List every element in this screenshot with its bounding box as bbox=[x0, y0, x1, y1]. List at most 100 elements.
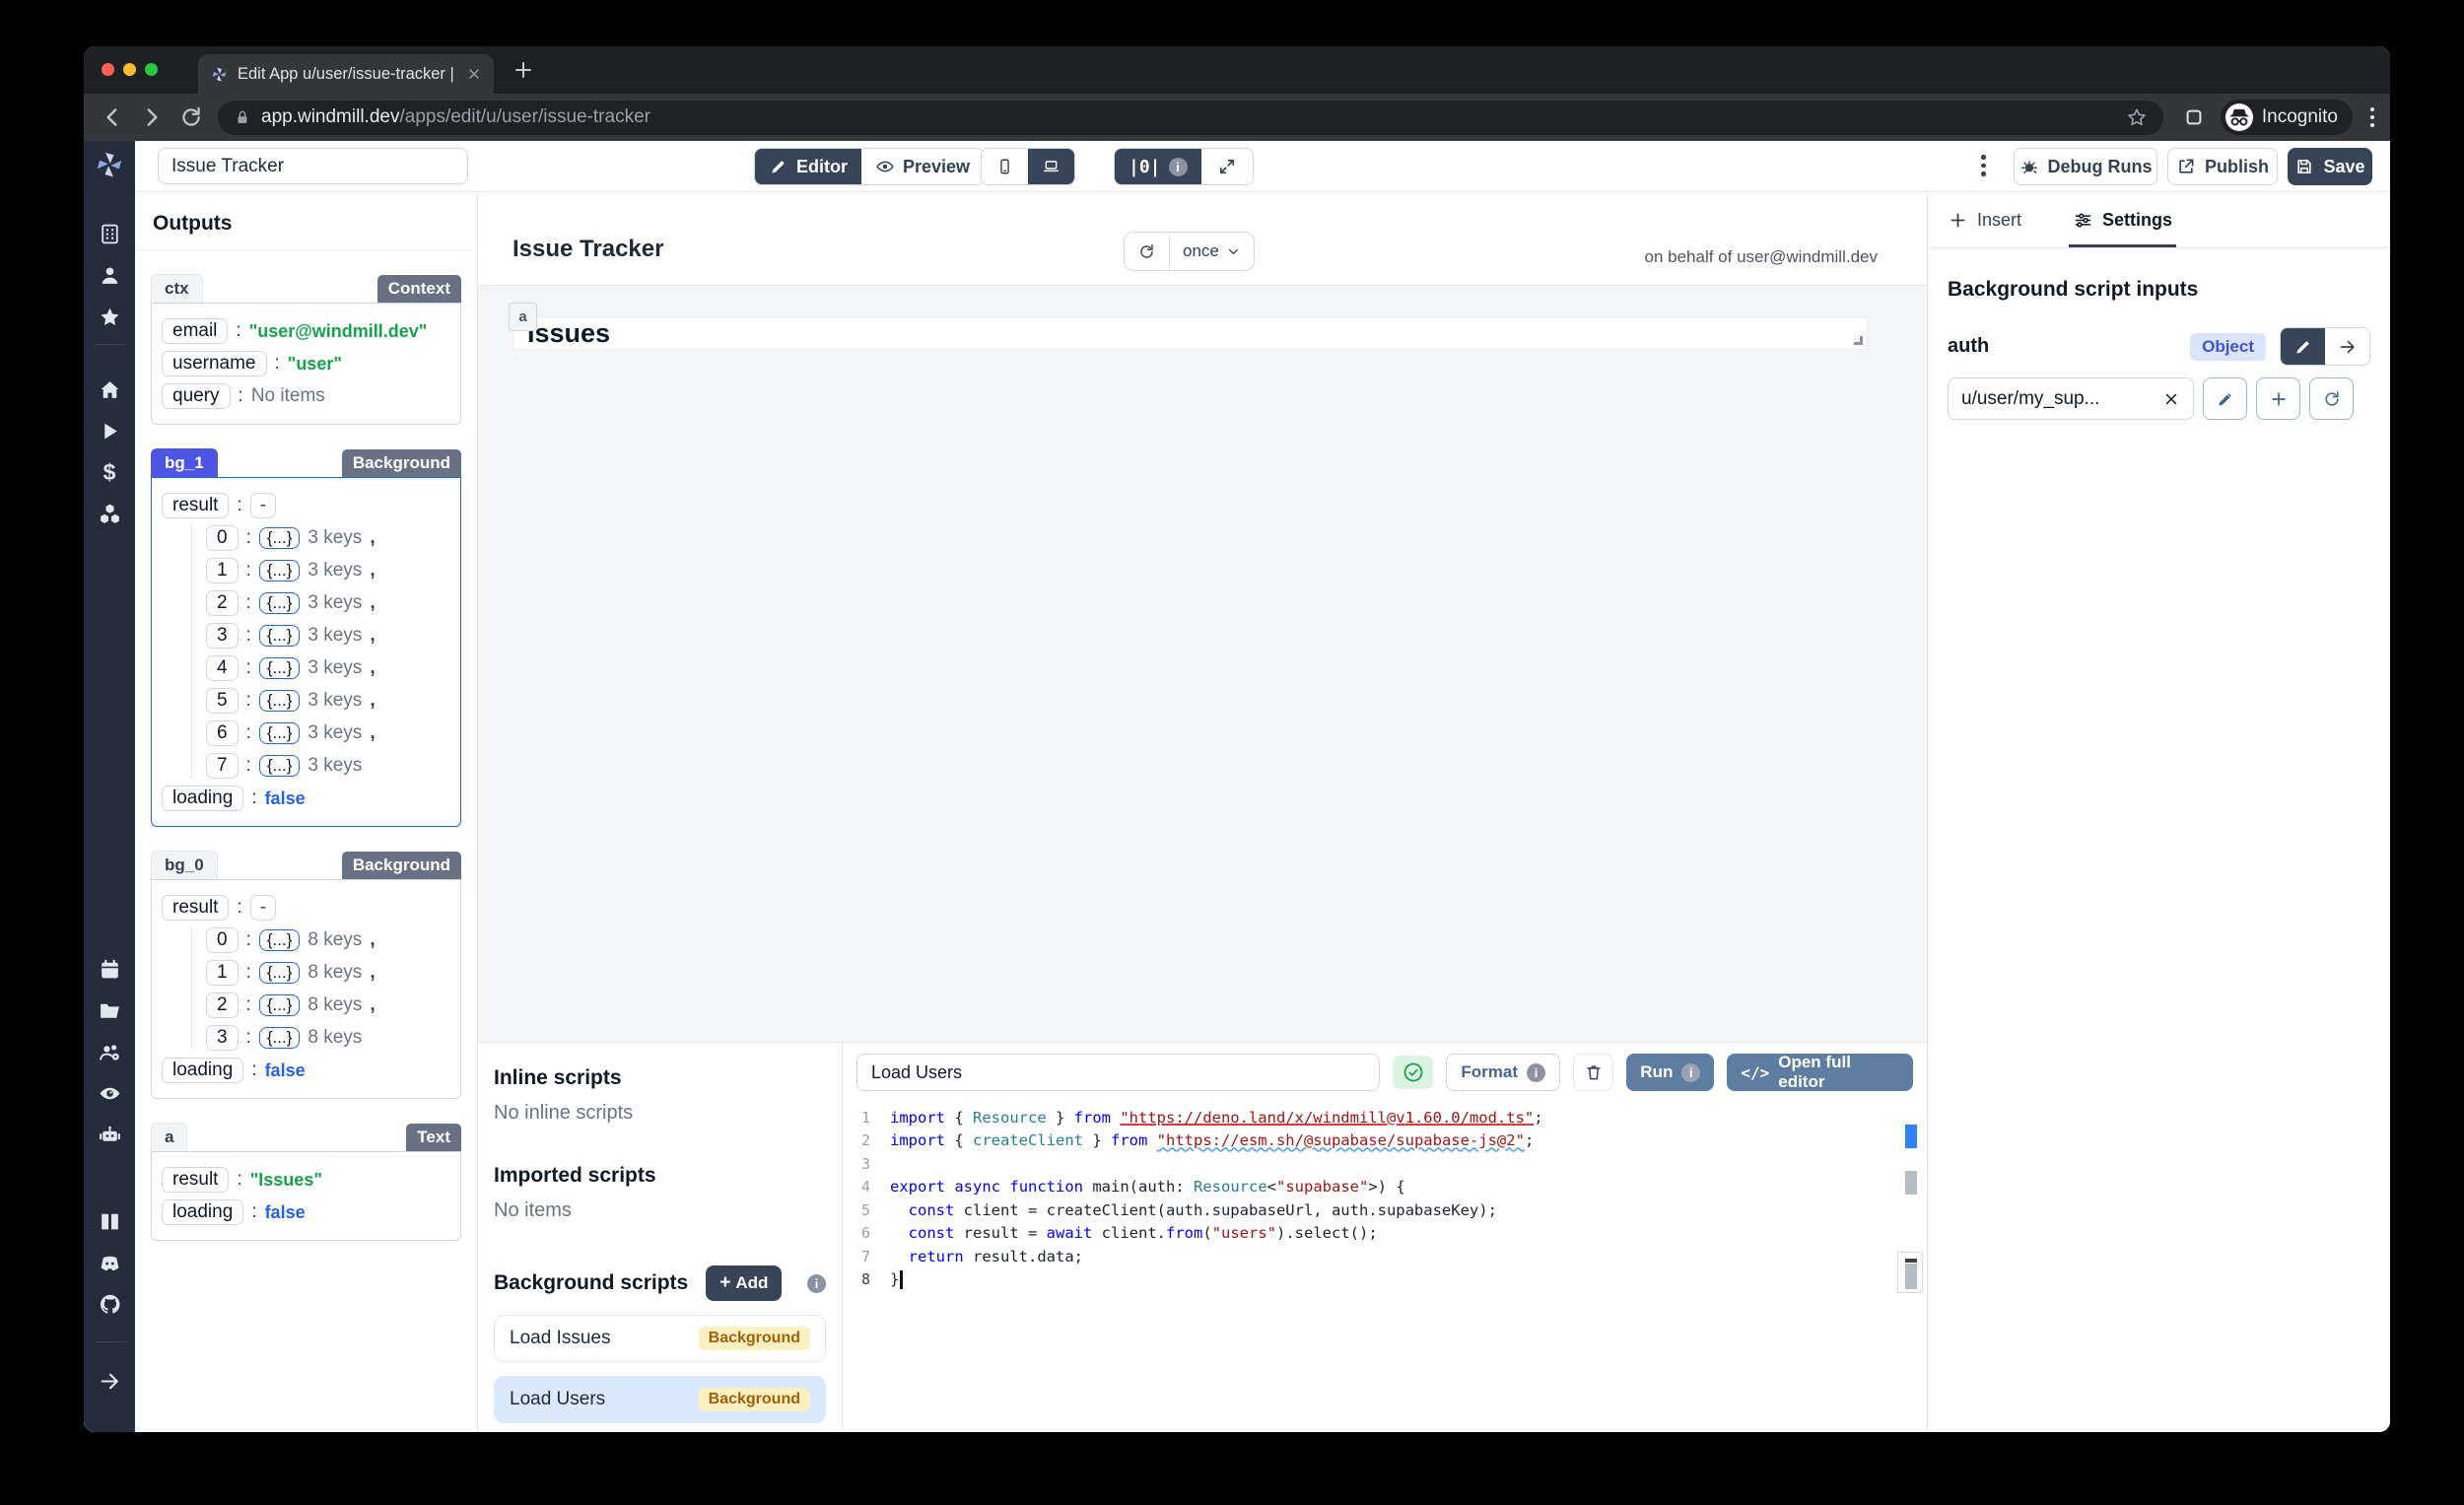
collapse-toggle[interactable]: - bbox=[250, 895, 276, 921]
building-icon[interactable] bbox=[98, 222, 122, 246]
output-block-id[interactable]: a bbox=[151, 1123, 187, 1151]
home-icon[interactable] bbox=[98, 377, 122, 402]
run-mode-select[interactable]: once bbox=[1169, 233, 1254, 270]
windmill-logo-icon[interactable] bbox=[93, 148, 126, 181]
add-background-script-button[interactable]: +Add bbox=[706, 1266, 782, 1301]
maximize-window-button[interactable] bbox=[145, 63, 158, 76]
code-line[interactable]: 4export async function main(auth: Resour… bbox=[843, 1176, 1927, 1199]
code-line[interactable]: 5 const client = createClient(auth.supab… bbox=[843, 1198, 1927, 1222]
book-icon[interactable] bbox=[98, 1209, 122, 1234]
code-line[interactable]: 6 const result = await client.from("user… bbox=[843, 1222, 1927, 1246]
settings-panel: Insert Settings Background script inputs… bbox=[1927, 192, 2390, 1432]
check-circle-icon bbox=[1402, 1060, 1425, 1084]
arrow-right-icon[interactable] bbox=[98, 1369, 122, 1394]
cubes-icon[interactable] bbox=[98, 502, 122, 526]
reload-icon[interactable] bbox=[178, 104, 204, 130]
outputs-title: Outputs bbox=[135, 192, 477, 250]
editor-tab[interactable]: Editor bbox=[755, 149, 861, 184]
more-options-icon[interactable] bbox=[1981, 155, 1986, 176]
output-row: username:"user" bbox=[162, 351, 450, 376]
fullscreen-button[interactable] bbox=[1201, 149, 1253, 184]
browser-menu-icon[interactable] bbox=[2370, 107, 2374, 127]
publish-button[interactable]: Publish bbox=[2167, 148, 2278, 185]
play-icon[interactable] bbox=[98, 419, 122, 444]
discord-icon[interactable] bbox=[98, 1251, 122, 1275]
expand-object-toggle[interactable]: {...} bbox=[259, 560, 301, 581]
calendar-icon[interactable] bbox=[98, 957, 122, 982]
delete-script-button[interactable] bbox=[1573, 1054, 1613, 1091]
eye-icon[interactable] bbox=[98, 1081, 122, 1106]
browser-tab[interactable]: Edit App u/user/issue-tracker | bbox=[198, 54, 494, 94]
debug-runs-button[interactable]: Debug Runs bbox=[2014, 148, 2157, 185]
expand-object-toggle[interactable]: {...} bbox=[259, 929, 301, 951]
hide-panel-button[interactable]: |0| i bbox=[1115, 149, 1201, 184]
expand-object-toggle[interactable]: {...} bbox=[259, 994, 301, 1016]
format-button[interactable]: Format i bbox=[1446, 1054, 1560, 1091]
expand-object-toggle[interactable]: {...} bbox=[259, 1027, 301, 1049]
component-id-badge[interactable]: a bbox=[509, 303, 537, 331]
edit-resource-button[interactable] bbox=[2203, 377, 2247, 420]
code-area[interactable]: 1import { Resource } from "https://deno.… bbox=[843, 1100, 1927, 1291]
preview-tab[interactable]: Preview bbox=[861, 149, 984, 184]
code-line[interactable]: 7 return result.data; bbox=[843, 1245, 1927, 1268]
robot-icon[interactable] bbox=[98, 1123, 122, 1147]
new-tab-button[interactable] bbox=[512, 58, 535, 82]
tab-settings[interactable]: Settings bbox=[2069, 192, 2176, 247]
run-button[interactable]: Run i bbox=[1626, 1054, 1714, 1091]
collapse-toggle[interactable]: - bbox=[250, 493, 276, 518]
clear-icon[interactable] bbox=[2162, 390, 2180, 408]
output-row: loading:false bbox=[162, 786, 450, 811]
person-icon[interactable] bbox=[98, 263, 122, 288]
tab-search-icon[interactable] bbox=[2183, 106, 2205, 128]
minimize-window-button[interactable] bbox=[123, 63, 136, 76]
output-block-id[interactable]: bg_0 bbox=[151, 851, 218, 879]
static-mode-button[interactable] bbox=[2281, 328, 2325, 365]
app-name-input[interactable] bbox=[158, 148, 468, 184]
folder-icon[interactable] bbox=[98, 998, 122, 1023]
output-block-id[interactable]: bg_1 bbox=[151, 448, 218, 477]
code-line[interactable]: 3 bbox=[843, 1152, 1927, 1176]
background-script-row[interactable]: Load IssuesBackground bbox=[494, 1315, 826, 1362]
code-line[interactable]: 8} bbox=[843, 1268, 1927, 1292]
background-script-row[interactable]: Load UsersBackground bbox=[494, 1376, 826, 1423]
expand-object-toggle[interactable]: {...} bbox=[259, 722, 301, 744]
dollar-icon[interactable]: $ bbox=[103, 460, 116, 485]
bookmark-star-icon[interactable] bbox=[2126, 106, 2148, 128]
resource-input[interactable]: u/user/my_sup... bbox=[1948, 377, 2194, 420]
output-block-id[interactable]: ctx bbox=[151, 274, 203, 303]
refresh-button[interactable] bbox=[1125, 233, 1169, 270]
code-line[interactable]: 1import { Resource } from "https://deno.… bbox=[843, 1106, 1927, 1129]
back-icon[interactable] bbox=[100, 104, 125, 130]
save-button[interactable]: Save bbox=[2288, 148, 2372, 185]
expand-object-toggle[interactable]: {...} bbox=[259, 625, 301, 647]
forward-icon[interactable] bbox=[139, 104, 165, 130]
expand-object-toggle[interactable]: {...} bbox=[259, 657, 301, 679]
output-row: 0:{...}8 keys, bbox=[206, 927, 450, 953]
tab-insert[interactable]: Insert bbox=[1948, 192, 2021, 247]
expand-object-toggle[interactable]: {...} bbox=[259, 592, 301, 614]
user-group-icon[interactable] bbox=[98, 1040, 122, 1064]
add-resource-button[interactable] bbox=[2256, 377, 2300, 420]
resize-handle[interactable] bbox=[1854, 336, 1863, 345]
open-full-editor-button[interactable]: </> Open full editor bbox=[1727, 1054, 1913, 1091]
info-icon: i bbox=[807, 1274, 826, 1293]
mobile-view-button[interactable] bbox=[982, 149, 1028, 184]
star-icon[interactable] bbox=[98, 305, 122, 329]
github-icon[interactable] bbox=[98, 1292, 122, 1317]
tab-close-icon[interactable] bbox=[466, 66, 482, 82]
app-canvas[interactable]: a Issues bbox=[478, 286, 1927, 1042]
script-name-input[interactable] bbox=[856, 1054, 1380, 1091]
refresh-resource-button[interactable] bbox=[2309, 377, 2354, 420]
expand-object-toggle[interactable]: {...} bbox=[259, 755, 301, 777]
expand-object-toggle[interactable]: {...} bbox=[259, 527, 301, 549]
desktop-view-button[interactable] bbox=[1028, 149, 1074, 184]
editor-header: Format i Run i </> Open full editor bbox=[843, 1043, 1927, 1100]
url-bar[interactable]: app.windmill.dev/apps/edit/u/user/issue-… bbox=[218, 101, 2163, 135]
close-window-button[interactable] bbox=[102, 63, 114, 76]
code-line[interactable]: 2import { createClient } from "https://e… bbox=[843, 1129, 1927, 1153]
text-component[interactable]: Issues bbox=[513, 316, 1868, 350]
expand-object-toggle[interactable]: {...} bbox=[259, 690, 301, 712]
sidebar-divider bbox=[94, 344, 125, 345]
expand-object-toggle[interactable]: {...} bbox=[259, 962, 301, 984]
connect-mode-button[interactable] bbox=[2325, 328, 2369, 365]
